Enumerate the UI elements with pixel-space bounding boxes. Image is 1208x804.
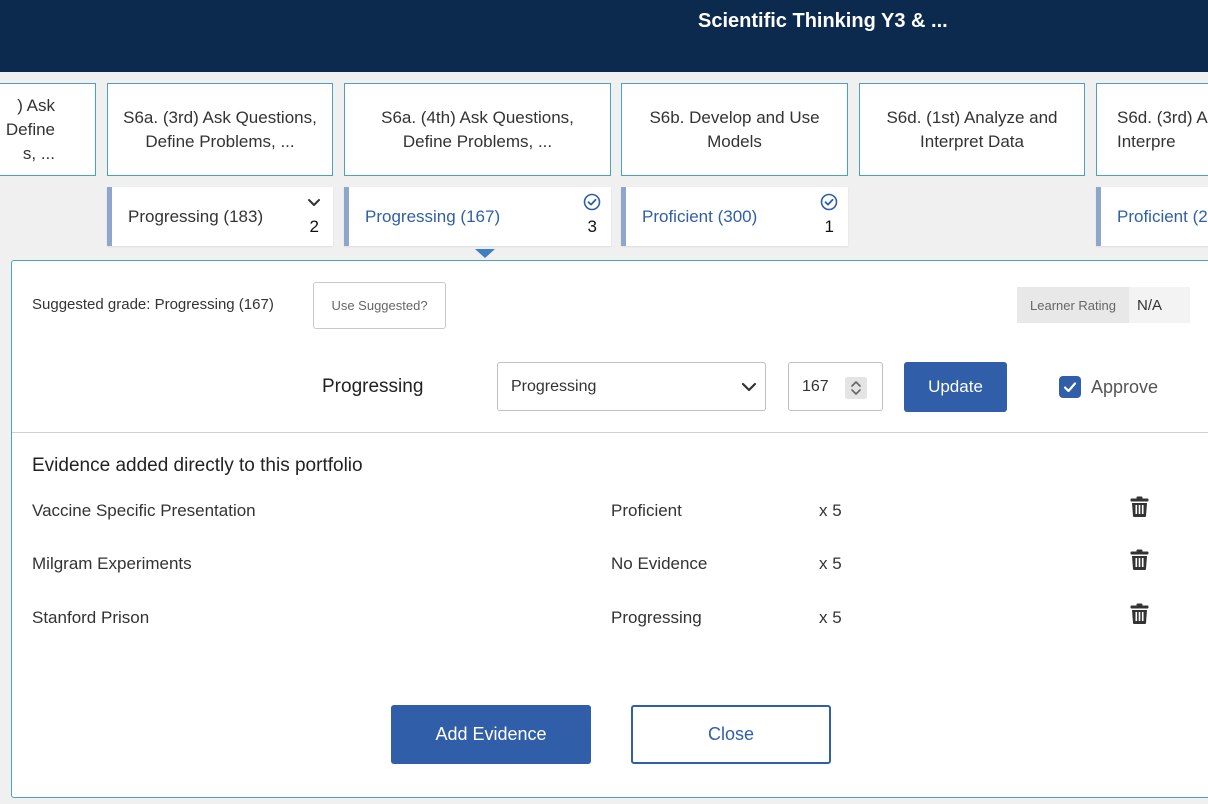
- selection-pointer: [475, 249, 495, 258]
- add-evidence-button[interactable]: Add Evidence: [391, 705, 591, 764]
- close-button[interactable]: Close: [631, 705, 831, 764]
- grade-chip-count: 2: [309, 217, 319, 236]
- standard-card[interactable]: ) Ask Define s, ...: [0, 83, 96, 176]
- grade-chip-label: Progressing (183): [128, 207, 264, 226]
- standard-card[interactable]: S6b. Develop and Use Models: [621, 83, 848, 176]
- trash-icon[interactable]: [1130, 549, 1149, 570]
- standard-title-line: Define: [5, 119, 55, 139]
- standard-card[interactable]: S6d. (3rd) A Interpre: [1096, 83, 1208, 176]
- standard-title-line: S6d. (3rd) A: [1117, 107, 1208, 127]
- evidence-grade: No Evidence: [611, 554, 708, 573]
- approve-checkbox[interactable]: [1059, 376, 1081, 398]
- score-stepper[interactable]: 167: [788, 362, 883, 411]
- evidence-grade: Progressing: [611, 608, 702, 627]
- chevron-down-icon: [741, 382, 757, 392]
- evidence-name: Stanford Prison: [32, 608, 150, 627]
- learner-rating-label: Learner Rating: [1017, 287, 1129, 323]
- trash-icon[interactable]: [1130, 496, 1149, 517]
- evidence-row: Stanford Prison Progressing x 5: [0, 603, 1208, 632]
- standard-title-line: Models: [707, 131, 762, 151]
- update-button[interactable]: Update: [904, 362, 1007, 412]
- grade-chip-count: 3: [587, 217, 597, 236]
- standard-title-line: Interpret Data: [920, 131, 1024, 151]
- section-divider: [12, 432, 1208, 433]
- standard-card[interactable]: S6a. (4th) Ask Questions, Define Problem…: [344, 83, 611, 176]
- learner-rating: Learner Rating N/A: [1017, 287, 1190, 323]
- grade-chip[interactable]: Proficient (2: [1096, 187, 1208, 246]
- evidence-row: Vaccine Specific Presentation Proficient…: [0, 496, 1208, 525]
- stepper-arrows-icon[interactable]: [845, 377, 867, 399]
- trash-icon[interactable]: [1130, 603, 1149, 624]
- standard-title-line: s, ...: [22, 143, 55, 163]
- standard-title-line: Interpre: [1117, 131, 1176, 151]
- approve-label[interactable]: Approve: [1091, 377, 1158, 398]
- grade-detail-panel: [11, 260, 1208, 798]
- standard-title-line: ) Ask: [17, 95, 55, 115]
- current-grade-label: Progressing: [322, 376, 424, 397]
- portfolio-title: Scientific Thinking Y3 & ...: [698, 10, 948, 32]
- evidence-weight: x 5: [819, 554, 842, 573]
- standard-title-line: S6a. (4th) Ask Questions,: [381, 107, 574, 127]
- grade-chip[interactable]: Progressing (183) 2: [107, 187, 333, 246]
- evidence-weight: x 5: [819, 608, 842, 627]
- standard-title-line: S6a. (3rd) Ask Questions,: [123, 107, 317, 127]
- grade-select-value: Progressing: [511, 378, 597, 395]
- grade-chip[interactable]: Proficient (300) 1: [621, 187, 848, 246]
- evidence-name: Milgram Experiments: [32, 554, 192, 573]
- evidence-name: Vaccine Specific Presentation: [32, 501, 256, 520]
- standard-title-line: S6b. Develop and Use: [649, 107, 820, 127]
- evidence-grade: Proficient: [611, 501, 682, 520]
- top-header: Scientific Thinking Y3 & ...: [0, 0, 1208, 72]
- grade-chip-selected[interactable]: Progressing (167) 3: [344, 187, 611, 246]
- standard-card[interactable]: S6d. (1st) Analyze and Interpret Data: [859, 83, 1085, 176]
- score-value: 167: [802, 378, 829, 395]
- grade-select[interactable]: Progressing: [497, 362, 766, 411]
- suggested-grade-text: Suggested grade: Progressing (167): [32, 296, 274, 313]
- check-circle-icon: [820, 193, 838, 211]
- chevron-down-icon[interactable]: [305, 193, 323, 211]
- standard-title-line: Define Problems, ...: [145, 131, 295, 151]
- evidence-heading: Evidence added directly to this portfoli…: [32, 455, 363, 476]
- learner-rating-value: N/A: [1129, 287, 1190, 323]
- grade-chip-label: Proficient (2: [1117, 207, 1208, 226]
- standard-card[interactable]: S6a. (3rd) Ask Questions, Define Problem…: [107, 83, 333, 176]
- checkmark-icon: [1063, 382, 1077, 393]
- grade-chip-count: 1: [824, 217, 834, 236]
- check-circle-icon: [583, 193, 601, 211]
- standard-title-line: S6d. (1st) Analyze and: [886, 107, 1058, 127]
- standard-title-line: Define Problems, ...: [402, 131, 553, 151]
- use-suggested-button[interactable]: Use Suggested?: [313, 282, 446, 329]
- grade-chip-label: Progressing (167): [365, 207, 501, 226]
- evidence-weight: x 5: [819, 501, 842, 520]
- grade-chip-label: Proficient (300): [642, 207, 758, 226]
- evidence-row: Milgram Experiments No Evidence x 5: [0, 549, 1208, 578]
